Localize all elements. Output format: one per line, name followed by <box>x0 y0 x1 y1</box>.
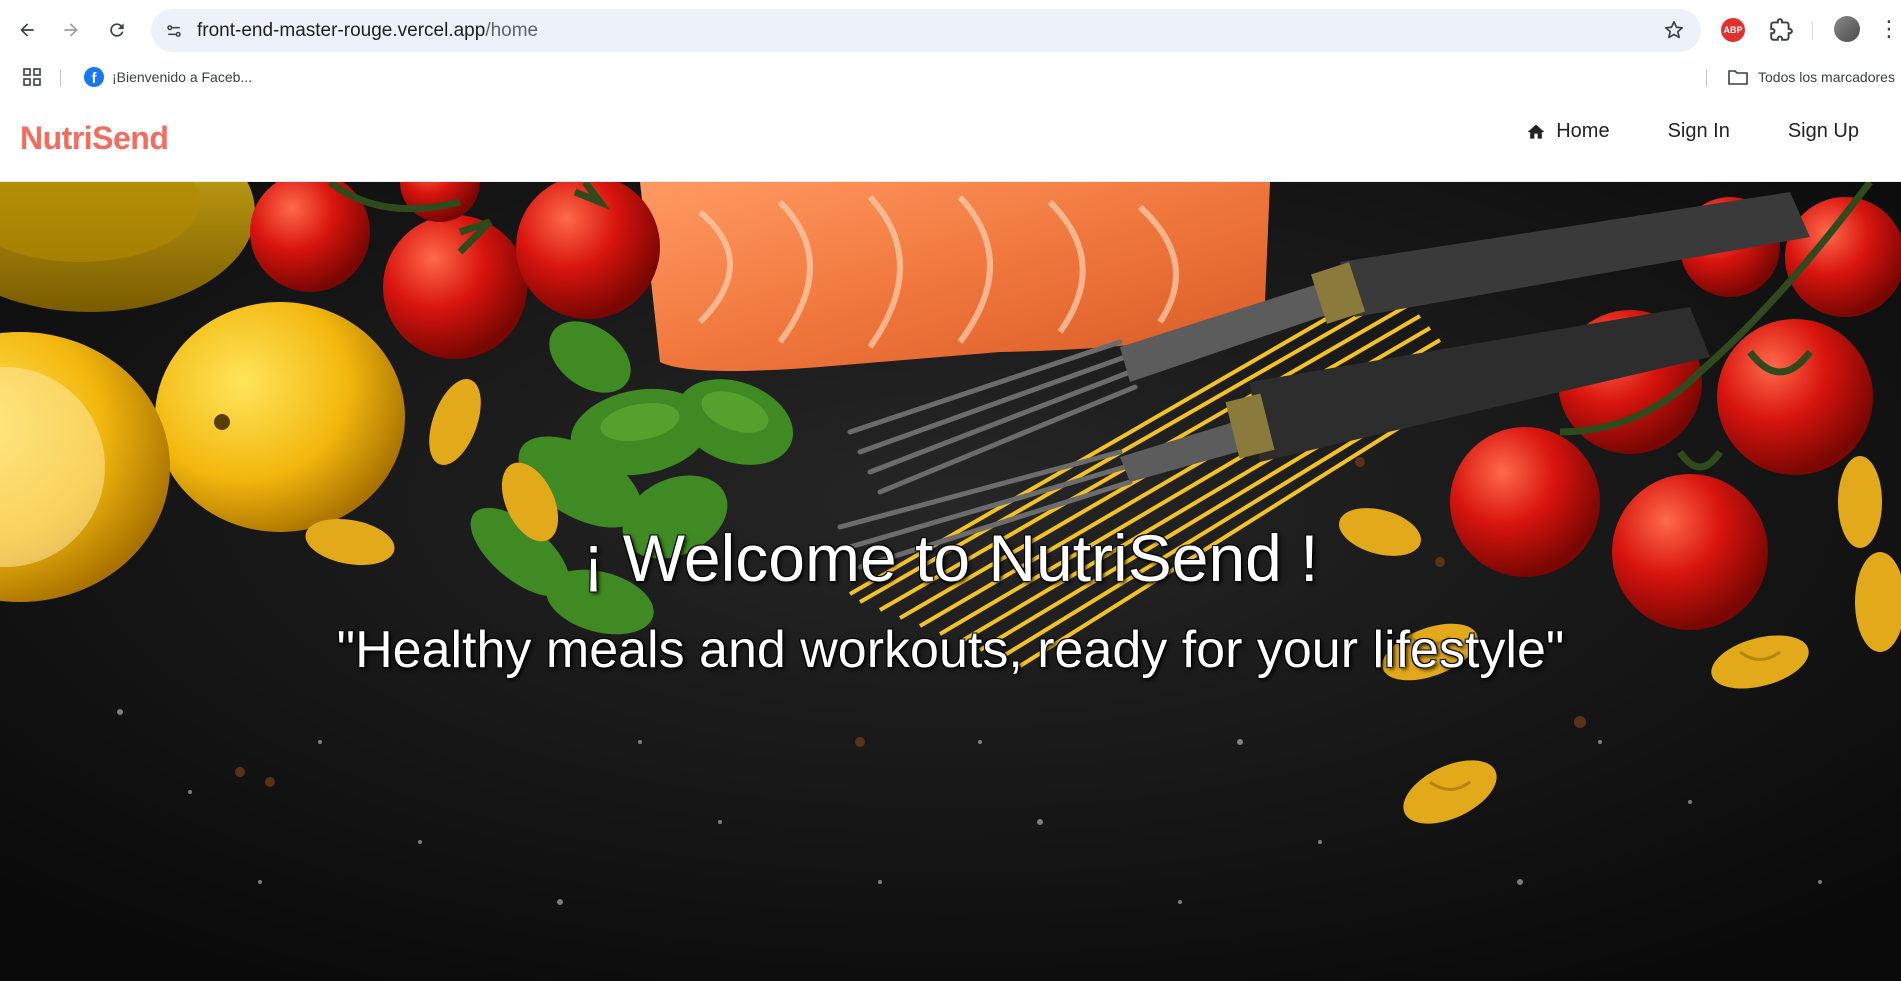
website: NutriSend Home Sign In Sign Up ¡ Welcome… <box>0 94 1901 981</box>
nav-home[interactable]: Home <box>1526 120 1610 143</box>
facebook-icon: f <box>84 67 104 87</box>
hero-title: ¡ Welcome to NutriSend ! <box>582 521 1319 595</box>
bookmarks-bar: f ¡Bienvenido a Faceb... Todos los marca… <box>0 60 1901 94</box>
hero-subtitle: "Healthy meals and workouts, ready for y… <box>336 621 1565 679</box>
back-icon <box>20 23 34 37</box>
address-bar[interactable]: front-end-master-rouge.vercel.app/home <box>151 9 1701 52</box>
extensions-icon[interactable] <box>1768 17 1794 43</box>
hero-section: ¡ Welcome to NutriSend ! "Healthy meals … <box>0 182 1901 981</box>
nav-sign-in[interactable]: Sign In <box>1668 120 1730 143</box>
reload-icon <box>110 23 124 37</box>
site-header: NutriSend Home Sign In Sign Up <box>0 94 1901 182</box>
profile-avatar[interactable] <box>1834 16 1860 42</box>
url-text[interactable]: front-end-master-rouge.vercel.app/home <box>197 20 538 42</box>
star-icon[interactable] <box>1663 19 1685 41</box>
home-icon <box>1527 124 1545 139</box>
bookmark-facebook[interactable]: f ¡Bienvenido a Faceb... <box>78 65 258 89</box>
back-button[interactable] <box>11 14 43 46</box>
nav-sign-up[interactable]: Sign Up <box>1788 120 1859 143</box>
forward-icon <box>64 23 78 37</box>
site-info-icon[interactable] <box>161 18 187 44</box>
all-bookmarks[interactable]: Todos los marcadores <box>1728 65 1895 89</box>
brand-logo[interactable]: NutriSend <box>20 120 169 157</box>
reload-button[interactable] <box>101 14 133 46</box>
forward-button[interactable] <box>55 14 87 46</box>
folder-icon <box>1728 70 1748 85</box>
browser-toolbar: front-end-master-rouge.vercel.app/home A… <box>0 0 1901 60</box>
adblock-icon[interactable]: ABP <box>1721 18 1745 42</box>
main-nav: Home Sign In Sign Up <box>1468 120 1859 143</box>
apps-grid-icon[interactable] <box>22 67 42 87</box>
menu-icon[interactable]: ⋮ <box>1878 18 1900 42</box>
